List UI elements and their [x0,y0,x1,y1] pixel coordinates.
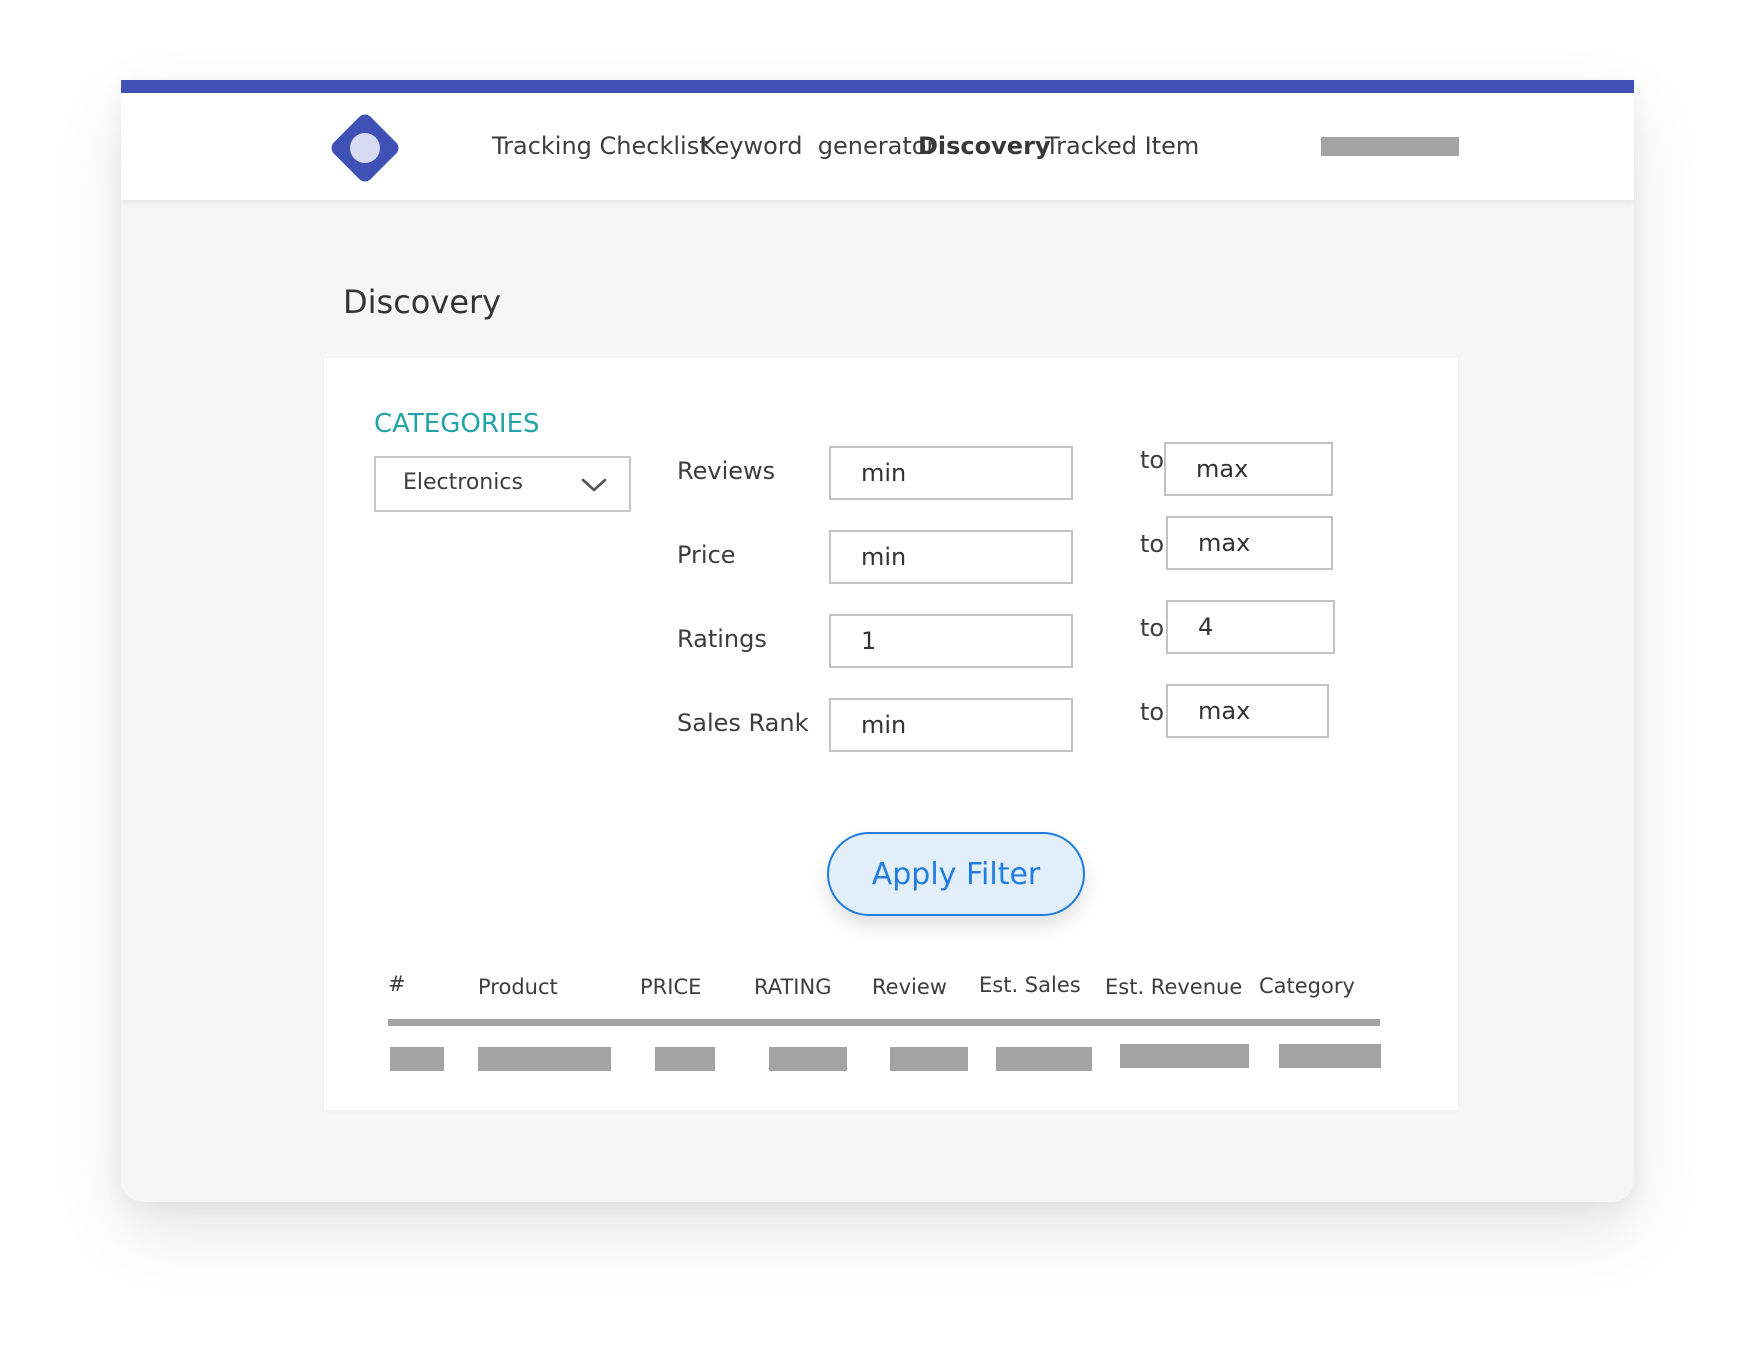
sales-rank-min-input[interactable] [829,698,1073,752]
column-header-number[interactable]: # [388,972,406,996]
column-header-product[interactable]: Product [478,975,558,999]
nav-tracking-checklist[interactable]: Tracking Checklist [492,131,709,161]
categories-label: CATEGORIES [374,409,540,439]
sales-rank-max-input[interactable] [1166,684,1329,738]
row-placeholder-category [1279,1044,1381,1068]
page-title: Discovery [343,283,502,321]
column-header-price[interactable]: PRICE [640,975,701,999]
category-dropdown[interactable]: Electronics [374,456,631,512]
diamond-logo-icon[interactable] [327,110,403,186]
reviews-label: Reviews [677,457,776,485]
nav-placeholder-block [1321,137,1459,156]
price-max-input[interactable] [1166,516,1333,570]
reviews-min-input[interactable] [829,446,1073,500]
reviews-max-input[interactable] [1164,442,1333,496]
nav-keyword-generator[interactable]: Keyword generator [700,131,936,161]
top-accent-bar [121,80,1634,93]
price-label: Price [677,541,736,569]
chevron-down-icon [581,478,607,492]
row-placeholder-est-sales [996,1047,1092,1071]
apply-filter-button[interactable]: Apply Filter [827,832,1085,916]
price-to-label: to [1140,530,1165,558]
row-placeholder-number [390,1047,444,1071]
column-header-est-revenue[interactable]: Est. Revenue [1105,975,1242,999]
ratings-min-input[interactable] [829,614,1073,668]
discovery-filter-card: CATEGORIES Electronics Reviews to Price … [324,358,1458,1110]
column-header-category[interactable]: Category [1259,974,1355,998]
ratings-to-label: to [1140,614,1165,642]
table-header-divider [388,1019,1380,1026]
sales-rank-label: Sales Rank [677,709,809,737]
ratings-max-input[interactable] [1166,600,1335,654]
nav-tracked-item[interactable]: Tracked Item [1045,131,1199,161]
nav-discovery[interactable]: Discovery [918,131,1051,161]
row-placeholder-rating [769,1047,847,1071]
column-header-review[interactable]: Review [872,975,947,999]
price-min-input[interactable] [829,530,1073,584]
sales-rank-to-label: to [1140,698,1165,726]
column-header-est-sales[interactable]: Est. Sales [979,973,1081,997]
category-selected-value: Electronics [403,470,523,495]
row-placeholder-review [890,1047,968,1071]
ratings-label: Ratings [677,625,767,653]
row-placeholder-product [478,1047,611,1071]
reviews-to-label: to [1140,446,1165,474]
top-navigation: Tracking Checklist Keyword generator Dis… [121,93,1634,200]
row-placeholder-est-revenue [1120,1044,1249,1068]
row-placeholder-price [655,1047,715,1071]
app-window: Tracking Checklist Keyword generator Dis… [121,80,1634,1202]
column-header-rating[interactable]: RATING [754,975,831,999]
